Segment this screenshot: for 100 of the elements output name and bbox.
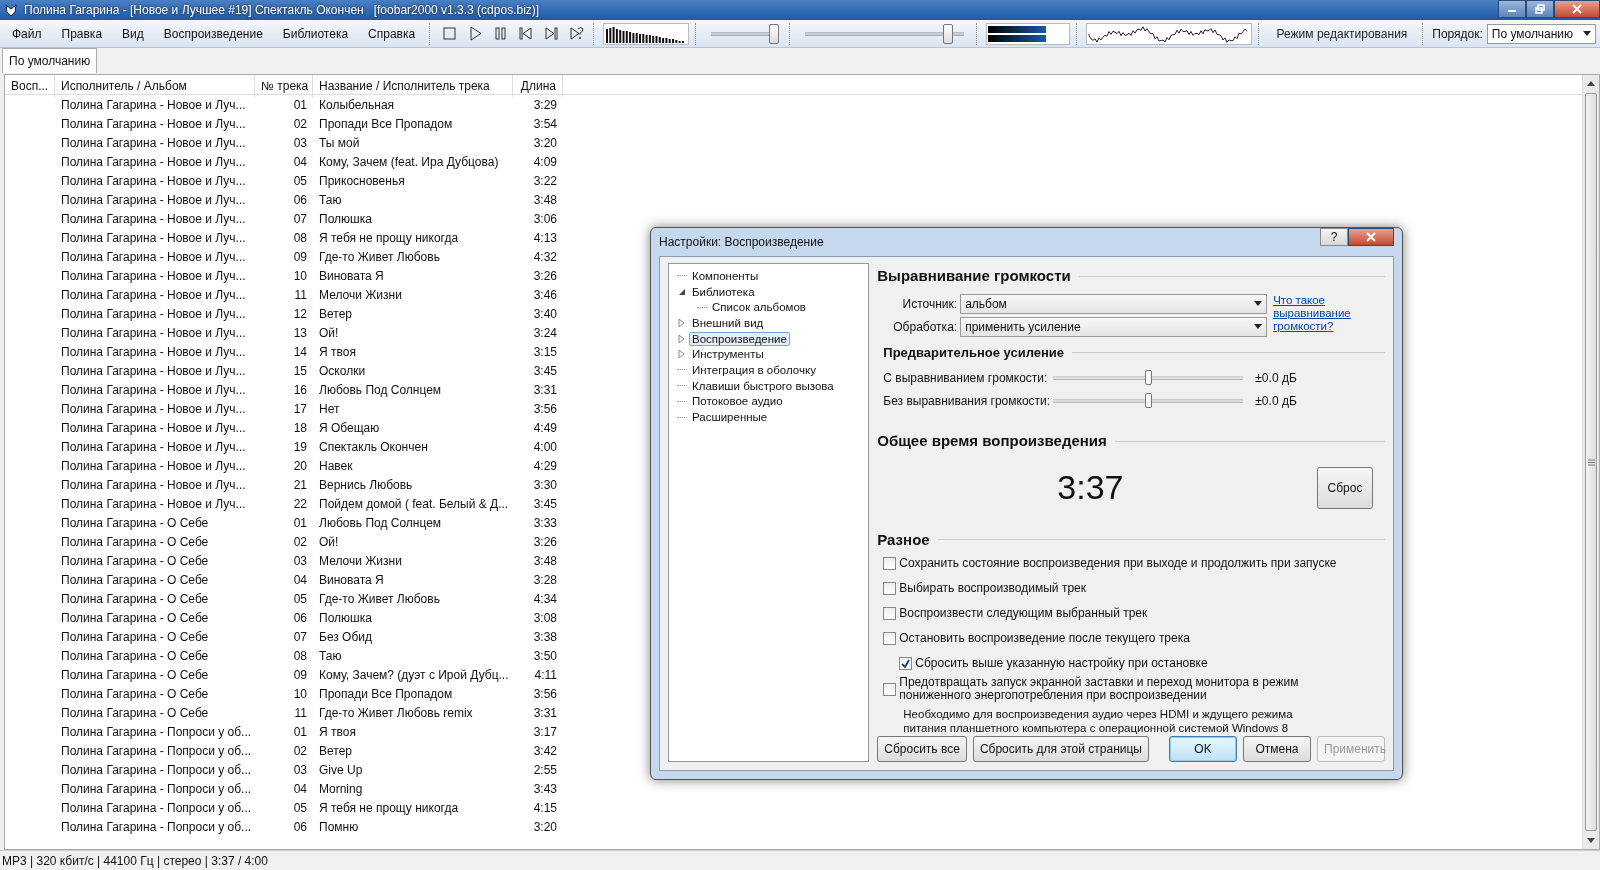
checkbox-label[interactable]: Выбирать воспроизводимый трек <box>899 581 1086 596</box>
volume-slider[interactable] <box>711 23 778 44</box>
field-label: Обработка: <box>893 318 958 336</box>
stop-icon[interactable] <box>441 25 459 42</box>
menu-item[interactable]: Библиотека <box>274 22 357 45</box>
tree-item[interactable]: Воспроизведение <box>689 331 790 346</box>
table-cell-text: Где-то Живет Любовь remix <box>318 704 474 722</box>
table-cell-text: Полина Гагарина - Новое и Луч... <box>60 172 247 190</box>
checkbox[interactable] <box>883 607 897 620</box>
playlist-tab[interactable]: По умолчанию <box>2 48 98 73</box>
table-cell-text: Осколки <box>318 362 367 380</box>
checkbox[interactable] <box>883 582 897 595</box>
checkbox[interactable] <box>883 557 897 570</box>
edit-mode-button[interactable]: Режим редактирования <box>1267 21 1417 46</box>
tree-item[interactable]: Компоненты <box>689 268 762 283</box>
menu-item[interactable]: Правка <box>53 22 111 45</box>
reset-button[interactable]: Сброс <box>1317 466 1373 509</box>
help-button[interactable]: ? <box>1320 228 1348 246</box>
checkbox-label[interactable]: Воспроизвести следующим выбранный трек <box>899 606 1148 621</box>
menu-item[interactable]: Файл <box>4 22 50 45</box>
table-cell-text: Таю <box>318 647 343 665</box>
checkbox[interactable] <box>883 682 897 696</box>
table-cell-text: Полина Гагарина - Новое и Луч... <box>60 115 247 133</box>
table-cell-text: Полина Гагарина - Новое и Луч... <box>60 229 247 247</box>
table-cell-text: 3:31 <box>532 381 558 399</box>
close-button[interactable] <box>1348 228 1394 246</box>
collapsed-icon[interactable] <box>677 349 687 360</box>
checkbox[interactable] <box>899 657 913 670</box>
random-icon[interactable] <box>568 25 586 42</box>
slider-thumb[interactable] <box>942 23 953 44</box>
column-header[interactable]: Восп... <box>5 75 55 97</box>
checkbox-label[interactable]: Предотвращать запуск экранной заставки и переход монитора в режим пониженного энергопотребления при воспроизведении <box>899 676 1360 703</box>
scroll-down-icon[interactable] <box>1587 838 1595 843</box>
table-cell-text: 17 <box>292 400 308 418</box>
table-cell-text: 05 <box>292 172 308 190</box>
table-cell-text: Полина Гагарина - Новое и Луч... <box>60 381 247 399</box>
table-cell-text: 3:26 <box>532 533 558 551</box>
dialog-button[interactable]: Сбросить для этой страницы <box>972 736 1149 762</box>
collapsed-icon[interactable] <box>677 333 687 344</box>
menu-item[interactable]: Справка <box>360 22 424 45</box>
table-cell-text: 20 <box>292 457 308 475</box>
table-cell-text: Полина Гагарина - Новое и Луч... <box>60 267 247 285</box>
table-cell-text: Любовь Под Солнцем <box>318 514 443 532</box>
previous-icon[interactable] <box>517 25 535 42</box>
field-label: Источник: <box>902 295 958 313</box>
tree-item[interactable]: Клавиши быстрого вызова <box>689 378 837 393</box>
table-cell-text: 14 <box>292 343 308 361</box>
dialog-button[interactable]: Отмена <box>1243 736 1311 762</box>
table-cell-text: 3:45 <box>532 495 558 513</box>
table-cell-text: 3:50 <box>532 647 558 665</box>
table-cell-text: Кому, Зачем (feat. Ира Дубцова) <box>318 153 500 171</box>
table-cell-text: 21 <box>292 476 308 494</box>
table-cell-text: Полина Гагарина - Попроси у об... <box>60 742 253 760</box>
column-header[interactable]: № трека <box>255 75 313 97</box>
next-icon[interactable] <box>542 25 560 42</box>
table-cell-text: 3:54 <box>532 115 558 133</box>
table-cell-text: Прикосновенья <box>318 172 406 190</box>
dropdown-field[interactable]: альбом <box>960 293 1268 314</box>
tree-item[interactable]: Инструменты <box>689 347 767 362</box>
tree-item[interactable]: Интеграция в оболочку <box>689 362 819 377</box>
close-icon <box>1572 4 1582 14</box>
table-cell-text: 3:48 <box>532 191 558 209</box>
checkbox[interactable] <box>883 632 897 645</box>
slider-thumb[interactable] <box>1145 393 1153 408</box>
table-cell-text: 15 <box>292 362 308 380</box>
column-header[interactable]: Исполнитель / Альбом <box>55 75 255 97</box>
table-cell-text: Полина Гагарина - Новое и Луч... <box>60 476 247 494</box>
tree-item[interactable]: Внешний вид <box>689 315 767 330</box>
tree-item[interactable]: Потоковое аудио <box>689 394 786 409</box>
scroll-up-icon[interactable] <box>1587 81 1595 86</box>
checkbox-label[interactable]: Сбросить выше указанную настройку при остановке <box>915 656 1208 671</box>
slider-thumb[interactable] <box>1145 370 1153 385</box>
restore-button[interactable] <box>1526 0 1554 18</box>
menu-item[interactable]: Вид <box>114 22 152 45</box>
section-heading: Разное <box>877 528 1385 551</box>
slider-thumb[interactable] <box>769 23 780 44</box>
table-cell-text: 13 <box>292 324 308 342</box>
dialog-button[interactable]: Сбросить все <box>877 736 967 762</box>
column-header[interactable]: Длина <box>513 75 563 97</box>
tree-item[interactable]: Библиотека <box>689 284 758 299</box>
close-button[interactable] <box>1554 0 1600 18</box>
dropdown-field[interactable]: применить усиление <box>960 316 1268 337</box>
collapsed-icon[interactable] <box>677 317 687 328</box>
column-header[interactable]: Название / Исполнитель трека <box>313 75 513 97</box>
menu-item[interactable]: Воспроизведение <box>155 22 271 45</box>
tree-item[interactable]: Список альбомов <box>709 300 809 315</box>
scrollbar-thumb[interactable] <box>1585 93 1597 831</box>
help-link[interactable]: Что такое выравнивание громкости? <box>1273 293 1354 337</box>
tree-item[interactable]: Расширенные <box>689 410 771 425</box>
table-cell-text: 3:45 <box>532 362 558 380</box>
table-cell-text: 3:56 <box>532 400 558 418</box>
table-cell-text: 04 <box>292 571 308 589</box>
order-dropdown[interactable]: По умолчанию <box>1486 23 1597 44</box>
table-cell-text: Я твоя <box>318 723 357 741</box>
checkbox-label[interactable]: Сохранить состояние воспроизведения при выходе и продолжить при запуске <box>899 556 1337 571</box>
table-cell-text: Полина Гагарина - О Себе <box>60 685 210 703</box>
dialog-button[interactable]: OK <box>1169 736 1237 762</box>
minimize-button[interactable] <box>1498 0 1526 18</box>
checkbox-label[interactable]: Остановить воспроизведение после текущего трека <box>899 631 1190 646</box>
close-icon <box>1366 232 1376 242</box>
